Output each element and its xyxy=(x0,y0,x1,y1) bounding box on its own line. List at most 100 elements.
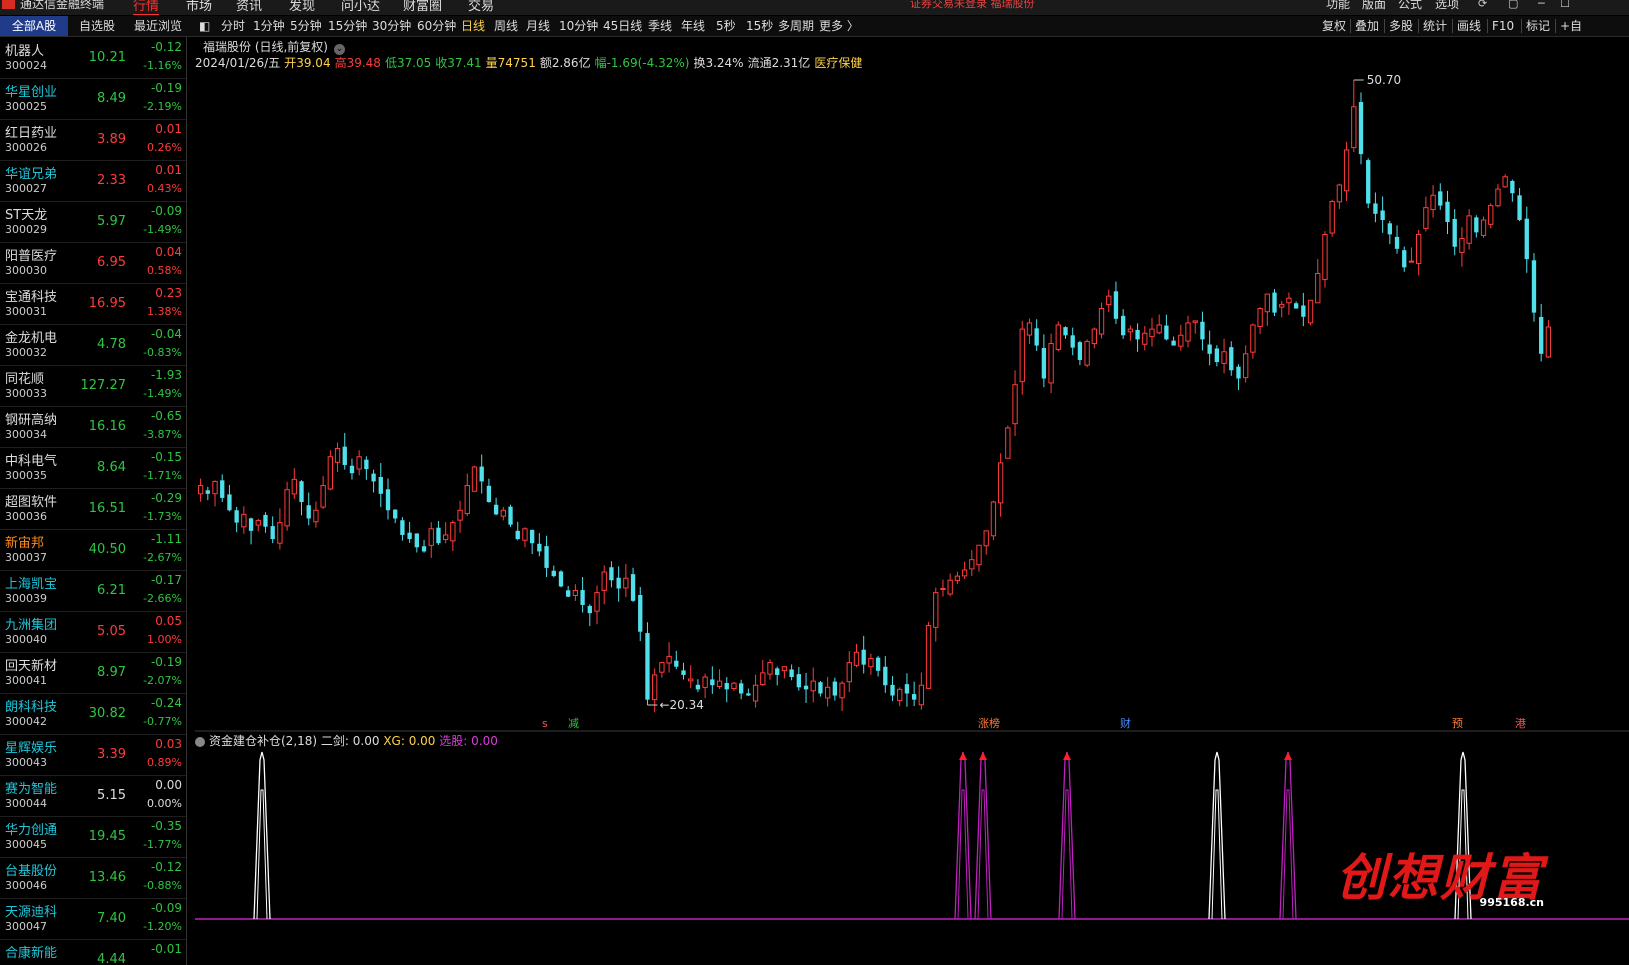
candle-body xyxy=(1200,321,1205,340)
candle-body xyxy=(572,590,579,596)
candle-body xyxy=(1214,348,1220,363)
candle-body xyxy=(1012,384,1018,425)
candle-body xyxy=(544,546,549,568)
candle-body xyxy=(1531,260,1537,313)
candle-body xyxy=(1207,344,1212,354)
candle-body xyxy=(457,509,463,521)
candle-body xyxy=(681,670,686,675)
candle-body xyxy=(630,574,636,601)
candle-body xyxy=(320,485,326,508)
candle-body xyxy=(1250,324,1256,353)
candle-body xyxy=(1113,291,1119,319)
candle-body xyxy=(1373,203,1378,214)
indicator-xg: XG: 0.00 xyxy=(383,734,436,748)
candle-body xyxy=(1229,347,1234,371)
candle-body xyxy=(1041,348,1047,379)
candle-body xyxy=(601,571,607,591)
candle-body xyxy=(551,570,556,577)
watermark: 创想财富 995168.cn xyxy=(1336,838,1544,910)
candle-body xyxy=(291,478,297,495)
event-marker[interactable]: 减 xyxy=(568,717,579,730)
candle-body xyxy=(1510,180,1515,194)
candle-body xyxy=(702,676,708,688)
candle-body xyxy=(522,528,528,541)
candle-body xyxy=(1438,191,1443,206)
candle-body xyxy=(1164,325,1169,340)
candle-body xyxy=(1380,210,1385,220)
candle-body xyxy=(1293,303,1299,309)
event-marker[interactable]: 涨榜 xyxy=(978,716,1000,730)
candle-body xyxy=(947,579,953,595)
candle-body xyxy=(299,481,304,503)
candle-body xyxy=(277,522,283,544)
candle-body xyxy=(1408,260,1415,263)
candle-body xyxy=(284,489,290,527)
candle-body xyxy=(1329,200,1335,234)
candle-body xyxy=(1517,195,1522,220)
indicator-spike xyxy=(974,751,992,920)
candle-body xyxy=(356,456,362,470)
event-marker[interactable]: 财 xyxy=(1120,716,1131,730)
candle-body xyxy=(1120,315,1126,336)
candle-body xyxy=(1272,292,1277,313)
candle-body xyxy=(739,683,744,694)
candle-body xyxy=(940,587,946,590)
candle-body xyxy=(1539,316,1544,354)
candle-body xyxy=(442,534,449,541)
candle-body xyxy=(580,590,585,605)
candle-body xyxy=(1221,351,1227,364)
kline-chart[interactable]: 50.70 ←20.34 s 减 涨榜 财 预 港 xyxy=(0,0,1629,965)
candle-body xyxy=(1034,328,1039,346)
candle-body xyxy=(1322,233,1328,280)
candle-body xyxy=(789,669,794,678)
candle-body xyxy=(1048,343,1054,384)
candle-body xyxy=(1171,340,1176,346)
candle-body xyxy=(566,590,571,597)
candle-body xyxy=(1524,218,1529,260)
candle-body xyxy=(716,680,723,688)
watermark-site: 995168.cn xyxy=(1479,896,1544,909)
candle-body xyxy=(1545,326,1552,358)
candle-body xyxy=(1091,328,1097,345)
candle-body xyxy=(868,657,874,668)
candle-body xyxy=(515,530,520,540)
indicator-toggle-icon[interactable] xyxy=(195,736,205,747)
candle-body xyxy=(1178,334,1184,347)
candle-body xyxy=(471,466,478,492)
candle-body xyxy=(904,684,910,694)
candle-body xyxy=(1142,332,1148,345)
candle-body xyxy=(969,559,975,570)
candle-body xyxy=(400,520,405,535)
candle-body xyxy=(241,513,247,528)
candle-body xyxy=(839,682,845,699)
candle-body xyxy=(1192,320,1198,323)
candle-body xyxy=(1301,305,1306,317)
candle-body xyxy=(1026,322,1033,336)
candle-body xyxy=(666,655,672,664)
event-marker[interactable]: 港 xyxy=(1515,717,1526,730)
candle-body xyxy=(1127,328,1134,333)
candle-body xyxy=(1279,303,1285,308)
candle-body xyxy=(638,594,643,632)
candle-body xyxy=(428,528,434,546)
candle-body xyxy=(1480,219,1487,236)
candle-body xyxy=(832,681,838,696)
candle-body xyxy=(1502,176,1508,188)
event-marker[interactable]: 预 xyxy=(1452,717,1463,730)
candle-body xyxy=(1474,217,1479,233)
candle-body xyxy=(342,446,347,465)
candle-body xyxy=(393,509,398,519)
candle-body xyxy=(1466,215,1472,244)
indicator-name[interactable]: 资金建仓补仓(2,18) xyxy=(209,734,317,748)
candle-body xyxy=(1070,335,1075,348)
candle-body xyxy=(1307,299,1314,324)
candle-body xyxy=(990,501,997,537)
candle-body xyxy=(1358,102,1364,155)
candle-body xyxy=(1098,308,1105,335)
candle-body xyxy=(334,447,341,463)
candle-body xyxy=(197,485,204,495)
candle-body xyxy=(1495,188,1501,207)
candle-body xyxy=(803,685,809,690)
event-marker[interactable]: s xyxy=(542,717,548,730)
candle-body xyxy=(464,485,470,515)
